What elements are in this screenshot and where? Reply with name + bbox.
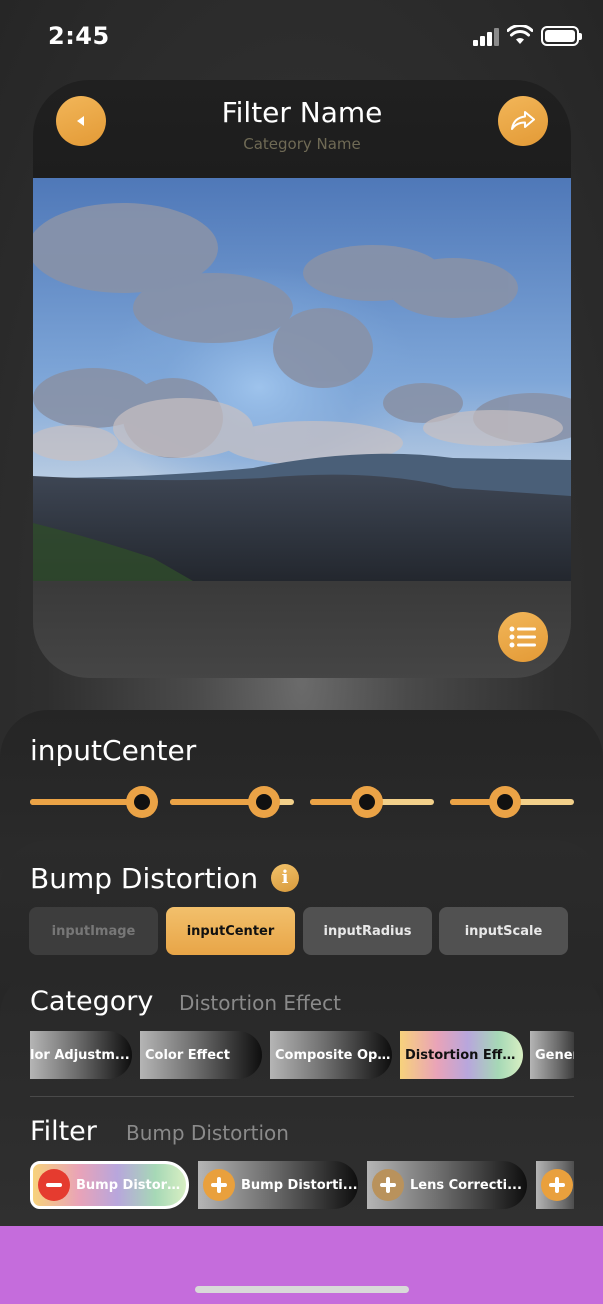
category-filter-panel: Category Distortion Effect lor Adjustm..… [0, 968, 603, 1228]
category-subtitle: Category Name [243, 135, 361, 153]
add-icon[interactable] [372, 1169, 404, 1201]
home-indicator[interactable] [195, 1286, 409, 1293]
slider-thumb[interactable] [125, 786, 158, 818]
tab-input-image: inputImage [29, 907, 158, 955]
filter-title-label: Filter [30, 1116, 97, 1147]
filter-chip-bump-distortion-linear[interactable]: Bump Distorti... [198, 1161, 358, 1209]
filter-list-button[interactable] [498, 612, 548, 662]
filter-title: Filter Name [221, 96, 383, 129]
share-arrow-icon [511, 111, 535, 130]
bottom-bar [0, 1226, 603, 1304]
center-x-slider[interactable] [30, 786, 158, 818]
vector-z-slider[interactable] [310, 786, 434, 818]
cellular-signal-icon [473, 28, 501, 46]
selected-filter: Bump Distortion [126, 1121, 289, 1145]
wifi-icon [507, 25, 533, 44]
list-icon [509, 626, 536, 648]
slider-thumb[interactable] [351, 786, 384, 818]
filter-chip-next[interactable] [536, 1161, 574, 1209]
slider-thumb[interactable] [488, 786, 521, 818]
tab-input-center[interactable]: inputCenter [166, 907, 295, 955]
share-button[interactable] [498, 96, 548, 146]
filter-chip-row[interactable]: Bump Distortion Bump Distorti... Lens Co… [30, 1161, 574, 1209]
filter-chip-bump-distortion-selected[interactable]: Bump Distortion [30, 1161, 189, 1209]
status-bar: 2:45 [0, 0, 603, 72]
parameter-name: inputCenter [30, 734, 197, 767]
remove-icon[interactable] [38, 1169, 70, 1201]
status-time: 2:45 [48, 22, 110, 50]
vector-w-slider[interactable] [450, 786, 574, 818]
selected-category: Distortion Effect [179, 991, 341, 1015]
filter-heading: Bump Distortion [30, 862, 259, 895]
category-chip-distortion-effect[interactable]: Distortion Effe... [400, 1031, 523, 1079]
battery-icon [541, 26, 582, 46]
info-icon[interactable]: i [271, 864, 299, 892]
category-chip-color-effect[interactable]: Color Effect [140, 1031, 262, 1079]
filter-chip-lens-correction[interactable]: Lens Correcti... [367, 1161, 527, 1209]
center-y-slider[interactable] [170, 786, 294, 818]
tab-input-radius[interactable]: inputRadius [303, 907, 432, 955]
filtered-image-preview [33, 178, 571, 581]
tab-input-scale[interactable]: inputScale [439, 907, 568, 955]
category-chip-color-adjustment[interactable]: lor Adjustm... [30, 1031, 132, 1079]
category-chip-composite-operation[interactable]: Composite Op... [270, 1031, 392, 1079]
slider-thumb[interactable] [248, 786, 281, 818]
category-chip-row[interactable]: lor Adjustm... Color Effect Composite Op… [30, 1031, 574, 1079]
add-icon[interactable] [203, 1169, 235, 1201]
add-icon[interactable] [541, 1169, 573, 1201]
section-divider [30, 1096, 574, 1097]
category-chip-generator[interactable]: Gener [530, 1031, 574, 1079]
category-title: Category [30, 986, 154, 1017]
preview-card: Filter Name Category Name [33, 80, 571, 678]
